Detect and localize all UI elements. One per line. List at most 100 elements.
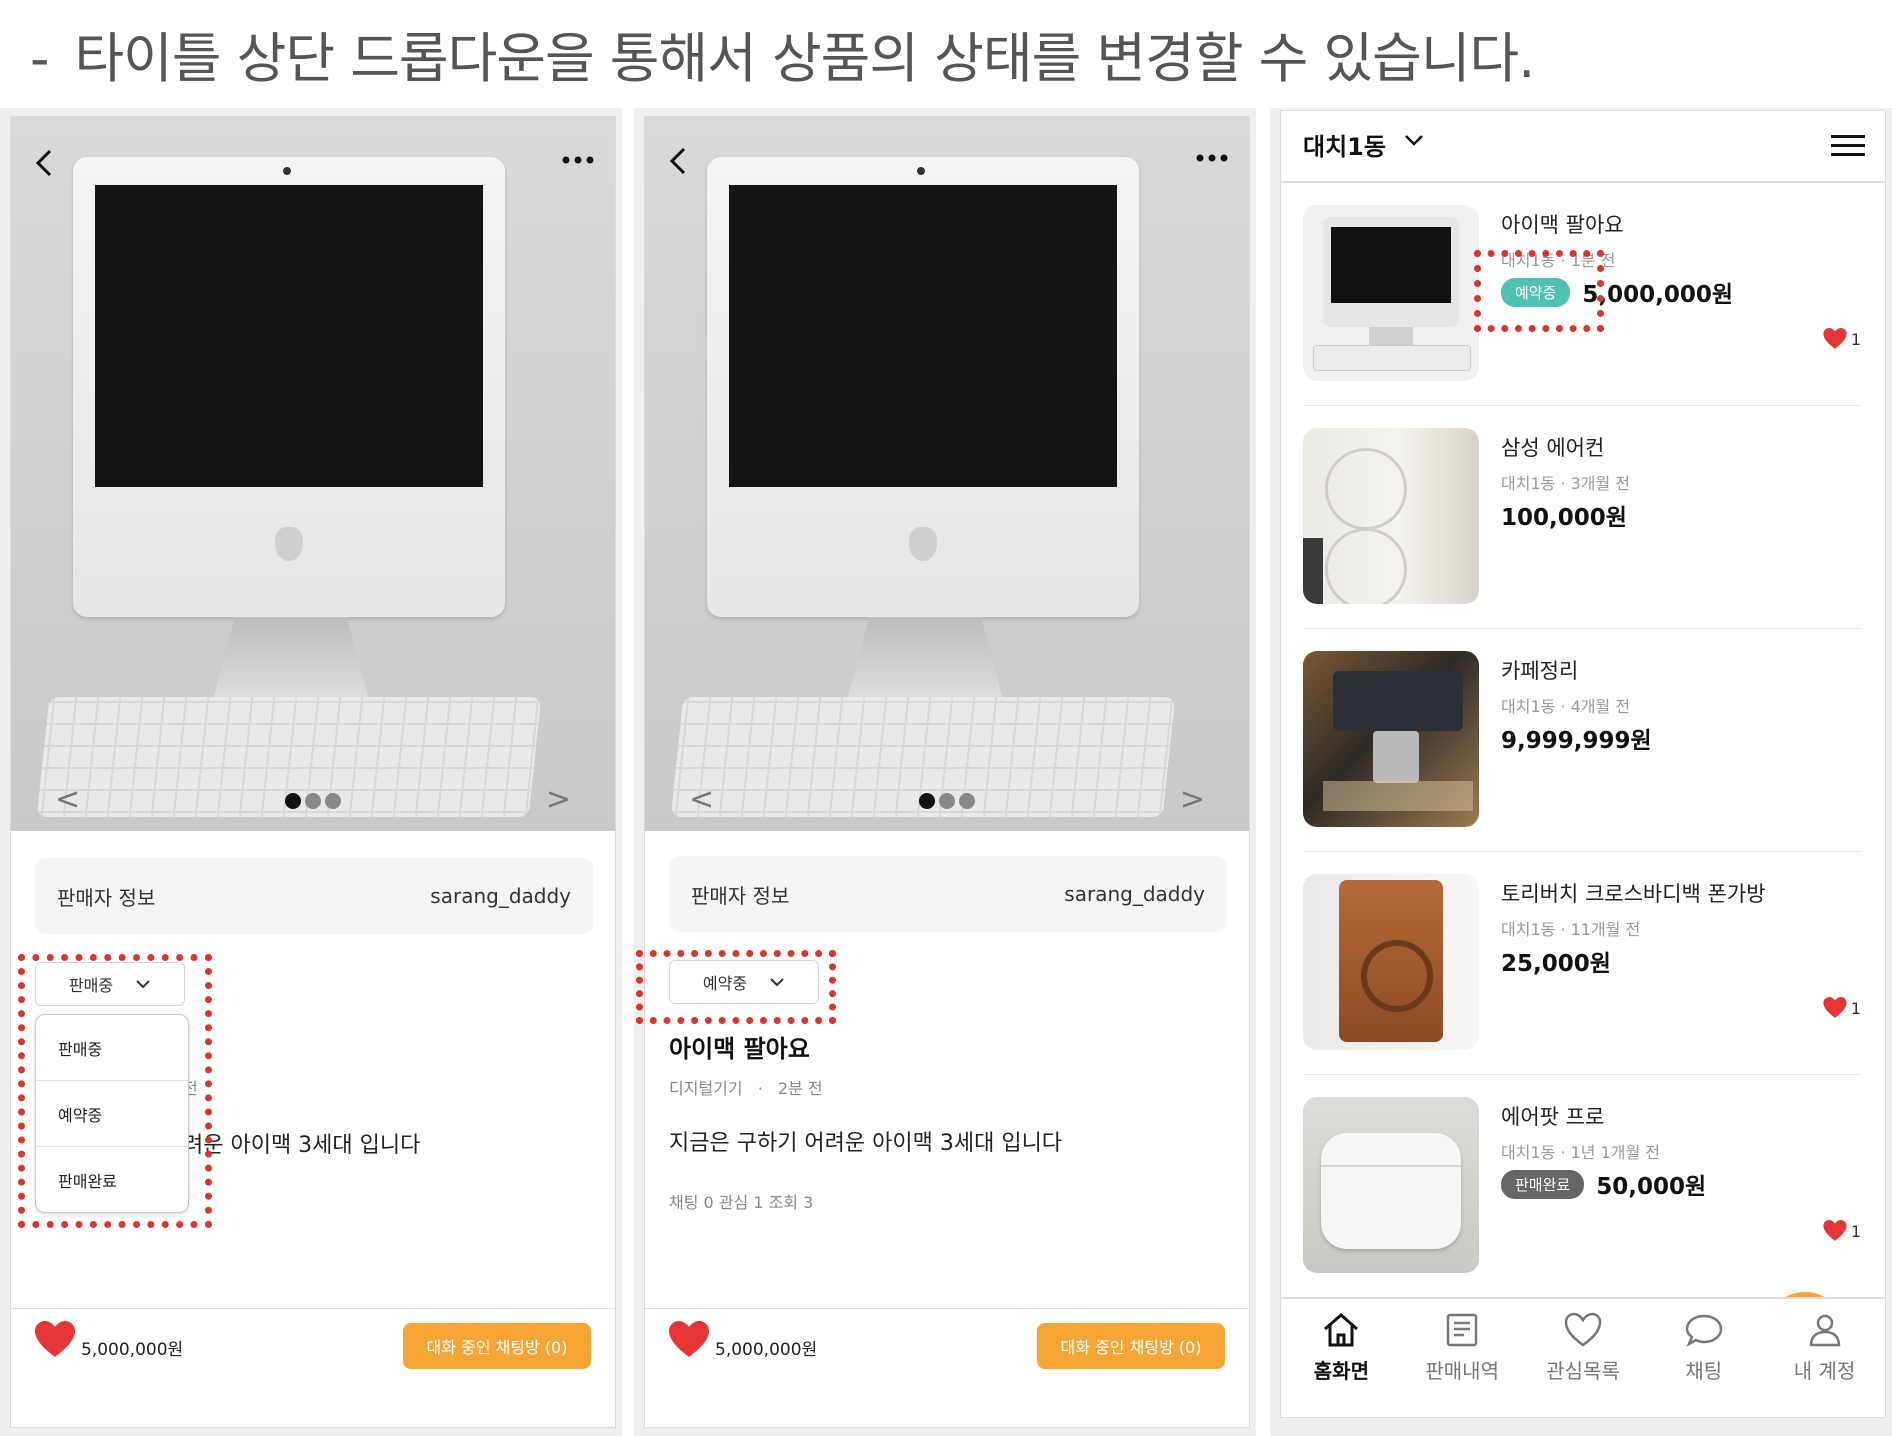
receipt-icon: [1446, 1313, 1478, 1347]
heart-icon: [1823, 328, 1847, 349]
hamburger-menu-icon[interactable]: [1831, 135, 1865, 157]
status-option-sold[interactable]: 판매완료: [36, 1147, 188, 1212]
listing-title: 삼성 에어컨: [1501, 436, 1605, 460]
listing-price: 100,000원: [1501, 505, 1627, 531]
chat-bubble-icon: [1685, 1314, 1723, 1347]
next-photo-icon[interactable]: >: [546, 782, 571, 817]
like-count: 1: [1823, 1220, 1861, 1242]
status-dropdown[interactable]: 판매중: [35, 962, 185, 1006]
list-item[interactable]: 토리버치 크로스바디백 폰가방 대치1동 · 11개월 전 25,000원 1: [1303, 852, 1861, 1075]
photo-pagination: [285, 793, 341, 809]
heart-icon[interactable]: [669, 1321, 709, 1359]
product-thumbnail: [1303, 874, 1479, 1050]
pagination-dot[interactable]: [939, 793, 955, 809]
product-thumbnail: [1303, 1097, 1479, 1273]
phone-panel-3: 대치1동 아이맥 팔아요 대치1동 · 1분 전 예약중 5,000,000원 …: [1280, 110, 1886, 1418]
listing-price: 5,000,000원: [1582, 282, 1734, 308]
heart-icon: [1823, 1220, 1847, 1241]
list-item[interactable]: 삼성 에어컨 대치1동 · 3개월 전 100,000원: [1303, 406, 1861, 629]
active-chatrooms-button[interactable]: 대화 중인 채팅방 (0): [1037, 1323, 1225, 1369]
product-photo: < >: [645, 117, 1249, 831]
location-selector[interactable]: 대치1동: [1303, 127, 1386, 162]
status-dropdown[interactable]: 예약중: [669, 960, 819, 1004]
product-title: 아이맥 팔아요: [669, 1035, 810, 1063]
like-count: 1: [1823, 997, 1861, 1019]
back-icon[interactable]: [33, 147, 57, 179]
heart-icon[interactable]: [35, 1321, 75, 1359]
active-chatrooms-button[interactable]: 대화 중인 채팅방 (0): [403, 1323, 591, 1369]
heading-dash: -: [30, 27, 49, 90]
tab-my-account[interactable]: 내 계정: [1770, 1311, 1880, 1384]
tab-favorites[interactable]: 관심목록: [1528, 1311, 1638, 1384]
status-dropdown-value: 판매중: [68, 976, 114, 995]
listing-title: 토리버치 크로스바디백 폰가방: [1501, 882, 1766, 906]
heart-outline-icon: [1564, 1312, 1602, 1347]
like-count-value: 1: [1850, 329, 1861, 349]
seller-info-label: 판매자 정보: [691, 883, 790, 908]
home-icon: [1324, 1313, 1359, 1347]
seller-info-label: 판매자 정보: [57, 885, 156, 910]
meta-separator: ·: [757, 1079, 763, 1098]
product-description-partial: 려운 아이맥 3세대 입니다: [183, 1133, 421, 1158]
phone-panel-1: < > 판매자 정보 sarang_daddy 판매중 전 려운 아이맥 3세대…: [10, 116, 616, 1428]
bottom-tab-bar: 홈화면 판매내역 관심목록 채팅 내 계정: [1281, 1297, 1885, 1417]
tab-label: 내 계정: [1793, 1359, 1856, 1383]
tab-label: 판매내역: [1425, 1359, 1499, 1383]
status-dropdown-value: 예약중: [702, 974, 748, 993]
like-count: 1: [1823, 328, 1861, 350]
pagination-dot[interactable]: [305, 793, 321, 809]
next-photo-icon[interactable]: >: [1180, 782, 1205, 817]
listing-price: 9,999,999원: [1501, 728, 1652, 754]
list-item[interactable]: 아이맥 팔아요 대치1동 · 1분 전 예약중 5,000,000원 1: [1303, 183, 1861, 406]
heart-icon: [1823, 997, 1847, 1018]
seller-name: sarang_daddy: [430, 884, 571, 908]
list-item[interactable]: 에어팟 프로 대치1동 · 1년 1개월 전 판매완료 50,000원 1: [1303, 1075, 1861, 1297]
status-dropdown-menu: 판매중 예약중 판매완료: [35, 1014, 189, 1213]
tab-label: 홈화면: [1313, 1359, 1369, 1383]
user-icon: [1809, 1314, 1840, 1347]
product-bottom-bar: 5,000,000원 대화 중인 채팅방 (0): [11, 1308, 615, 1427]
tab-chat[interactable]: 채팅: [1649, 1311, 1759, 1384]
status-option-selling[interactable]: 판매중: [36, 1015, 188, 1081]
pagination-dot[interactable]: [325, 793, 341, 809]
status-option-reserved[interactable]: 예약중: [36, 1081, 188, 1147]
list-item[interactable]: 카페정리 대치1동 · 4개월 전 9,999,999원: [1303, 629, 1861, 852]
page-heading: - 타이틀 상단 드롭다운을 통해서 상품의 상태를 변경할 수 있습니다.: [30, 14, 1536, 93]
listing-meta: 대치1동 · 1년 1개월 전: [1501, 1143, 1661, 1162]
listing-title: 카페정리: [1501, 659, 1579, 683]
prev-photo-icon[interactable]: <: [55, 782, 80, 817]
chevron-down-icon: [136, 980, 150, 989]
heading-text: 타이틀 상단 드롭다운을 통해서 상품의 상태를 변경할 수 있습니다.: [74, 27, 1536, 90]
back-icon[interactable]: [667, 145, 691, 177]
pagination-dot[interactable]: [959, 793, 975, 809]
seller-info-box[interactable]: 판매자 정보 sarang_daddy: [669, 856, 1227, 932]
product-thumbnail: [1303, 205, 1479, 381]
product-thumbnail: [1303, 651, 1479, 827]
listing-meta: 대치1동 · 4개월 전: [1501, 697, 1631, 716]
listing-price: 25,000원: [1501, 951, 1611, 977]
listing-meta: 대치1동 · 11개월 전: [1501, 920, 1641, 939]
product-time: 2분 전: [777, 1079, 823, 1098]
prev-photo-icon[interactable]: <: [689, 782, 714, 817]
product-price: 5,000,000원: [715, 1340, 818, 1360]
listing-title: 아이맥 팔아요: [1501, 213, 1624, 237]
photo-pagination: [919, 793, 975, 809]
product-thumbnail: [1303, 428, 1479, 604]
pagination-dot[interactable]: [285, 793, 301, 809]
like-count-value: 1: [1850, 1221, 1861, 1241]
tab-label: 관심목록: [1546, 1359, 1620, 1383]
status-badge: 판매완료: [1501, 1169, 1585, 1199]
tab-label: 채팅: [1685, 1359, 1723, 1383]
phone-panel-2: < > 판매자 정보 sarang_daddy 예약중 아이맥 팔아요 디지털기…: [644, 116, 1250, 1428]
chevron-down-icon: [770, 978, 784, 987]
status-badge: 예약중: [1501, 277, 1571, 307]
pagination-dot[interactable]: [919, 793, 935, 809]
more-options-icon[interactable]: [561, 155, 595, 165]
listing-title: 에어팟 프로: [1501, 1105, 1605, 1129]
chevron-down-icon[interactable]: [1403, 133, 1425, 147]
seller-info-box[interactable]: 판매자 정보 sarang_daddy: [35, 858, 593, 934]
tab-sales-history[interactable]: 판매내역: [1407, 1311, 1517, 1384]
more-options-icon[interactable]: [1195, 153, 1229, 163]
listing-price: 50,000원: [1596, 1174, 1707, 1200]
tab-home[interactable]: 홈화면: [1286, 1311, 1396, 1384]
